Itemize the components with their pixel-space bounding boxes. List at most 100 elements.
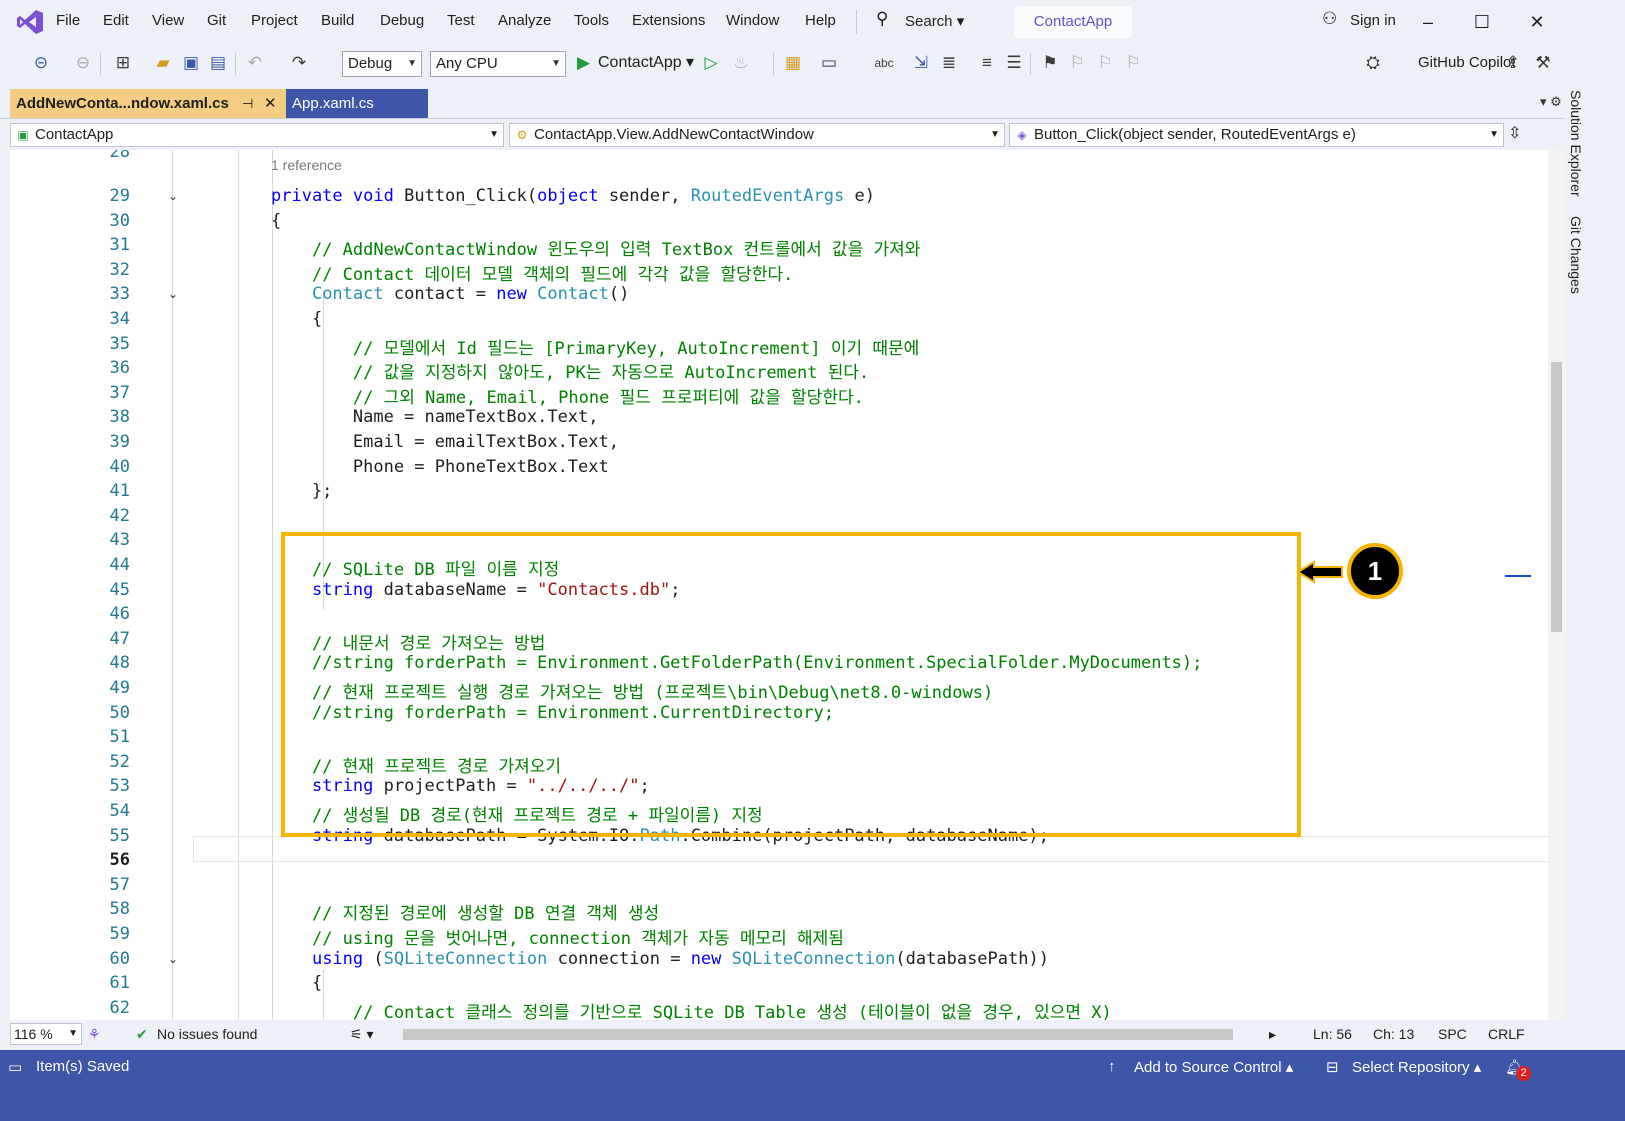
split-editor-icon[interactable]: ⇳	[1508, 123, 1521, 143]
uncomment-icon[interactable]: ☰	[1003, 52, 1025, 74]
zoom-select[interactable]: 116 % ▼	[10, 1023, 82, 1045]
next-bookmark-icon[interactable]: ⚐	[1094, 52, 1116, 74]
collapse-chevron-icon[interactable]: ⌄	[168, 287, 178, 301]
collapse-chevron-icon[interactable]: ⌄	[168, 952, 178, 966]
menu-project[interactable]: Project	[251, 12, 298, 29]
member-dropdown[interactable]: ◈ Button_Click(object sender, RoutedEven…	[1009, 123, 1504, 147]
platform-select[interactable]: Any CPU ▼	[430, 51, 566, 77]
line-number: 53	[109, 776, 130, 797]
menu-analyze[interactable]: Analyze	[498, 12, 551, 29]
code-line[interactable]: // 값을 지정하지 않아도, PK는 자동으로 AutoIncrement 된…	[271, 358, 869, 383]
share-icon[interactable]: ⇪	[1502, 52, 1524, 74]
sign-in-link[interactable]: Sign in	[1350, 12, 1396, 29]
tab-close-icon[interactable]: ✕	[264, 89, 277, 118]
solution-explorer-icon[interactable]: ▦	[782, 52, 804, 74]
save-icon[interactable]: ▣	[180, 52, 202, 74]
tab-dropdown-icon[interactable]: ▾ ⚙	[1540, 94, 1562, 110]
layout-icon[interactable]: ▭	[818, 52, 840, 74]
new-project-icon[interactable]: ⊞	[112, 52, 134, 74]
configuration-select[interactable]: Debug ▼	[342, 51, 422, 77]
intellicode-icon[interactable]: ⚘	[88, 1026, 101, 1043]
menu-build[interactable]: Build	[321, 12, 354, 29]
code-line[interactable]: // using 문을 벗어나면, connection 객체가 자동 메모리 …	[271, 924, 844, 949]
menu-debug[interactable]: Debug	[380, 12, 424, 29]
menu-extensions[interactable]: Extensions	[632, 12, 705, 29]
issues-status[interactable]: No issues found	[157, 1026, 257, 1042]
feedback-icon[interactable]: ⚒	[1532, 52, 1554, 74]
platform-value: Any CPU	[436, 55, 498, 72]
code-line[interactable]: Email = emailTextBox.Text,	[271, 432, 619, 452]
spacing-indicator[interactable]: SPC	[1438, 1026, 1467, 1042]
code-line[interactable]: // 지정된 경로에 생성할 DB 연결 객체 생성	[271, 899, 659, 924]
start-debugging-icon[interactable]: ▶	[577, 53, 590, 73]
maximize-icon[interactable]: ☐	[1467, 8, 1497, 36]
git-changes-tab[interactable]: Git Changes	[1568, 216, 1584, 294]
code-line[interactable]: Phone = PhoneTextBox.Text	[271, 457, 609, 477]
code-line[interactable]: // Contact 데이터 모델 객체의 필드에 각각 값을 할당한다.	[271, 260, 793, 285]
close-icon[interactable]: ✕	[1522, 8, 1552, 36]
navigate-back-icon[interactable]: ⊝	[30, 52, 52, 74]
horizontal-scrollbar[interactable]	[403, 1029, 1233, 1040]
output-icon[interactable]: ▭	[8, 1058, 22, 1076]
code-line[interactable]: };	[271, 481, 332, 501]
code-line[interactable]: {	[271, 211, 281, 231]
code-cleanup-icon[interactable]: ⚟ ▾	[350, 1026, 373, 1043]
project-dropdown[interactable]: ▣ ContactApp ▼	[10, 123, 504, 147]
clear-bookmarks-icon[interactable]: ⚐	[1122, 52, 1144, 74]
save-all-icon[interactable]: ▤	[207, 52, 229, 74]
vertical-scrollbar[interactable]	[1548, 150, 1565, 1020]
collapse-chevron-icon[interactable]: ⌄	[168, 189, 178, 203]
toolbar-separator	[773, 53, 774, 75]
select-repository-button[interactable]: Select Repository ▴	[1352, 1058, 1481, 1076]
menu-tools[interactable]: Tools	[574, 12, 609, 29]
line-ending-indicator[interactable]: CRLF	[1488, 1026, 1525, 1042]
github-copilot-button[interactable]: GitHub Copilot	[1418, 54, 1516, 71]
hot-reload-icon[interactable]: ♨	[730, 52, 752, 74]
menu-test[interactable]: Test	[447, 12, 475, 29]
open-folder-icon[interactable]: ▰	[152, 52, 174, 74]
prev-bookmark-icon[interactable]: ⚐	[1066, 52, 1088, 74]
search-button[interactable]: Search ▾	[905, 12, 964, 30]
line-indicator[interactable]: Ln: 56	[1313, 1026, 1352, 1042]
format-document-icon[interactable]: ≣	[938, 52, 960, 74]
menu-window[interactable]: Window	[726, 12, 779, 29]
menu-git[interactable]: Git	[207, 12, 226, 29]
undo-icon[interactable]: ↶	[244, 52, 266, 74]
redo-icon[interactable]: ↷	[288, 52, 310, 74]
code-line[interactable]: {	[271, 973, 322, 993]
spell-check-icon[interactable]: abc	[873, 52, 895, 74]
step-into-icon[interactable]: ⇲	[910, 52, 932, 74]
code-line[interactable]: Contact contact = new Contact()	[271, 284, 629, 304]
tab-addnewcontactwindow[interactable]: AddNewConta...ndow.xaml.cs ⊣ ✕	[10, 89, 286, 118]
minimize-icon[interactable]: –	[1413, 8, 1443, 36]
menu-edit[interactable]: Edit	[103, 12, 129, 29]
codelens-references[interactable]: 1 reference	[271, 157, 342, 173]
class-dropdown[interactable]: ⚙ ContactApp.View.AddNewContactWindow ▼	[509, 123, 1005, 147]
code-editor[interactable]: 28 1 reference 29 ⌄ private void Button_Cl…	[10, 150, 1565, 1050]
tab-label: AddNewConta...ndow.xaml.cs	[16, 95, 229, 112]
scrollbar-thumb[interactable]	[1551, 362, 1562, 632]
code-line[interactable]: Name = nameTextBox.Text,	[271, 407, 599, 427]
menu-view[interactable]: View	[152, 12, 184, 29]
line-number: 58	[109, 899, 130, 920]
code-line[interactable]: private void Button_Click(object sender,…	[271, 186, 875, 206]
tab-app-xaml-cs[interactable]: App.xaml.cs	[286, 89, 428, 118]
code-line[interactable]: using (SQLiteConnection connection = new…	[271, 949, 1049, 969]
navigate-forward-icon[interactable]: ⊖	[72, 52, 94, 74]
menu-help[interactable]: Help	[805, 12, 836, 29]
code-line[interactable]: // 모델에서 Id 필드는 [PrimaryKey, AutoIncremen…	[271, 334, 919, 359]
solution-explorer-tab[interactable]: Solution Explorer	[1568, 90, 1584, 197]
visual-studio-logo-icon[interactable]	[16, 8, 44, 36]
code-line[interactable]: // 그외 Name, Email, Phone 필드 프로퍼티에 값을 할당한…	[271, 383, 864, 408]
pin-icon[interactable]: ⊣	[242, 89, 253, 118]
code-line[interactable]: // AddNewContactWindow 윈도우의 입력 TextBox 컨…	[271, 235, 920, 260]
scroll-right-icon[interactable]: ▸	[1269, 1026, 1276, 1043]
column-indicator[interactable]: Ch: 13	[1373, 1026, 1414, 1042]
code-line[interactable]: {	[271, 309, 322, 329]
menu-file[interactable]: File	[56, 12, 80, 29]
add-to-source-control-button[interactable]: Add to Source Control ▴	[1134, 1058, 1293, 1076]
run-target-button[interactable]: ContactApp ▾	[598, 52, 694, 72]
comment-icon[interactable]: ≡	[976, 52, 998, 74]
bookmark-icon[interactable]: ⚑	[1039, 52, 1061, 74]
start-without-debugging-icon[interactable]: ▷	[700, 52, 722, 74]
